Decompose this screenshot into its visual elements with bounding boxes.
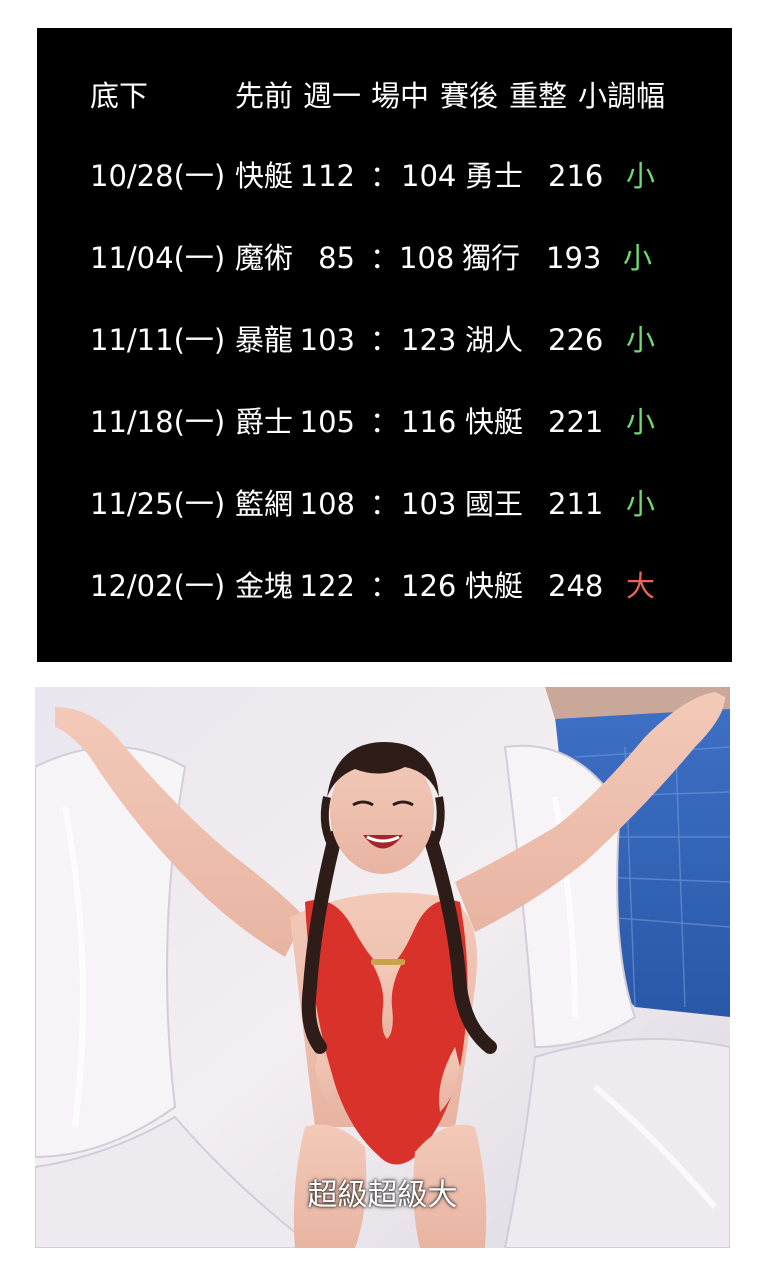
- row-result: 小: [623, 241, 653, 275]
- row-away-score: 103: [401, 487, 457, 521]
- row-colon: ：: [370, 405, 400, 439]
- row-colon: ：: [370, 159, 400, 193]
- table-row: 11/04(一) 魔術 85 ： 108 獨行 193 小: [37, 238, 732, 278]
- row-home-score: 122: [299, 569, 355, 603]
- header-col2: 先前: [235, 79, 294, 113]
- row-home-team: 魔術: [235, 241, 294, 275]
- row-total: 193: [546, 241, 602, 275]
- row-away-team: 國王: [465, 487, 524, 521]
- row-date: 11/18(一): [90, 405, 226, 439]
- row-date: 12/02(一): [90, 569, 226, 603]
- table-header: 底下 先前 週一 場中 賽後 重整 小調幅: [37, 28, 732, 158]
- row-away-team: 獨行: [462, 241, 521, 275]
- row-colon: ：: [370, 569, 400, 603]
- row-home-team: 暴龍: [235, 323, 294, 357]
- row-away-score: 123: [401, 323, 457, 357]
- row-away-score: 126: [401, 569, 457, 603]
- row-away-score: 116: [401, 405, 457, 439]
- row-away-score: 108: [399, 241, 455, 275]
- row-date: 11/04(一): [90, 241, 226, 275]
- table-row: 10/28(一) 快艇 112 ： 104 勇士 216 小: [37, 156, 732, 196]
- row-home-team: 爵士: [235, 405, 294, 439]
- table-row: 12/02(一) 金塊 122 ： 126 快艇 248 大: [37, 566, 732, 606]
- video-subtitle: 超級超級大: [307, 1178, 458, 1213]
- header-col5: 賽後: [440, 79, 499, 113]
- row-home-team: 快艇: [235, 159, 294, 193]
- row-total: 226: [548, 323, 604, 357]
- row-home-team: 籃網: [235, 487, 294, 521]
- row-total: 216: [548, 159, 604, 193]
- row-result: 小: [626, 323, 656, 357]
- table-row: 11/18(一) 爵士 105 ： 116 快艇 221 小: [37, 402, 732, 442]
- header-col6: 重整: [509, 79, 568, 113]
- row-home-score: 108: [299, 487, 355, 521]
- row-result: 小: [626, 159, 656, 193]
- pool-scene-illustration: [35, 687, 730, 1248]
- row-result: 大: [626, 569, 656, 603]
- results-table-panel: 底下 先前 週一 場中 賽後 重整 小調幅 10/28(一) 快艇 112 ： …: [37, 28, 732, 662]
- header-col7: 小調幅: [578, 79, 666, 113]
- row-colon: ：: [370, 323, 400, 357]
- video-frame-photo: 超級超級大: [35, 687, 730, 1248]
- row-result: 小: [626, 405, 656, 439]
- row-date: 11/11(一): [90, 323, 226, 357]
- row-away-team: 快艇: [465, 569, 524, 603]
- row-away-team: 勇士: [465, 159, 524, 193]
- table-row: 11/25(一) 籃網 108 ： 103 國王 211 小: [37, 484, 732, 524]
- row-date: 11/25(一): [90, 487, 226, 521]
- row-home-team: 金塊: [235, 569, 294, 603]
- header-col1: 底下: [90, 79, 149, 113]
- header-col4: 場中: [371, 79, 430, 113]
- row-result: 小: [626, 487, 656, 521]
- row-home-score: 85: [318, 241, 355, 275]
- row-home-score: 103: [299, 323, 355, 357]
- row-away-team: 快艇: [465, 405, 524, 439]
- row-total: 221: [548, 405, 604, 439]
- row-home-score: 105: [299, 405, 355, 439]
- header-col3: 週一: [303, 79, 362, 113]
- row-away-score: 104: [401, 159, 457, 193]
- row-date: 10/28(一): [90, 159, 226, 193]
- row-colon: ：: [370, 241, 400, 275]
- row-total: 211: [548, 487, 604, 521]
- table-row: 11/11(一) 暴龍 103 ： 123 湖人 226 小: [37, 320, 732, 360]
- row-home-score: 112: [299, 159, 355, 193]
- row-colon: ：: [370, 487, 400, 521]
- row-away-team: 湖人: [465, 323, 524, 357]
- row-total: 248: [548, 569, 604, 603]
